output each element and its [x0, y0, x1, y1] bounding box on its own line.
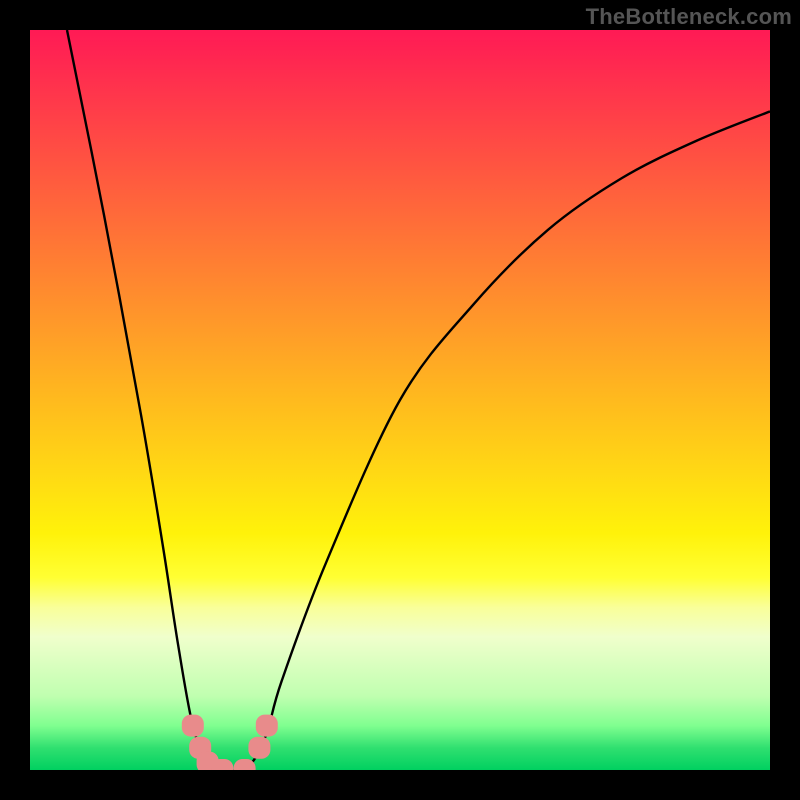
- curve-marker: [182, 715, 204, 737]
- bottleneck-curve: [30, 30, 770, 770]
- chart-plot-area: [30, 30, 770, 770]
- watermark-text: TheBottleneck.com: [586, 4, 792, 30]
- curve-marker: [248, 737, 270, 759]
- curve-path: [67, 30, 770, 770]
- curve-marker: [256, 715, 278, 737]
- marker-group: [182, 715, 278, 770]
